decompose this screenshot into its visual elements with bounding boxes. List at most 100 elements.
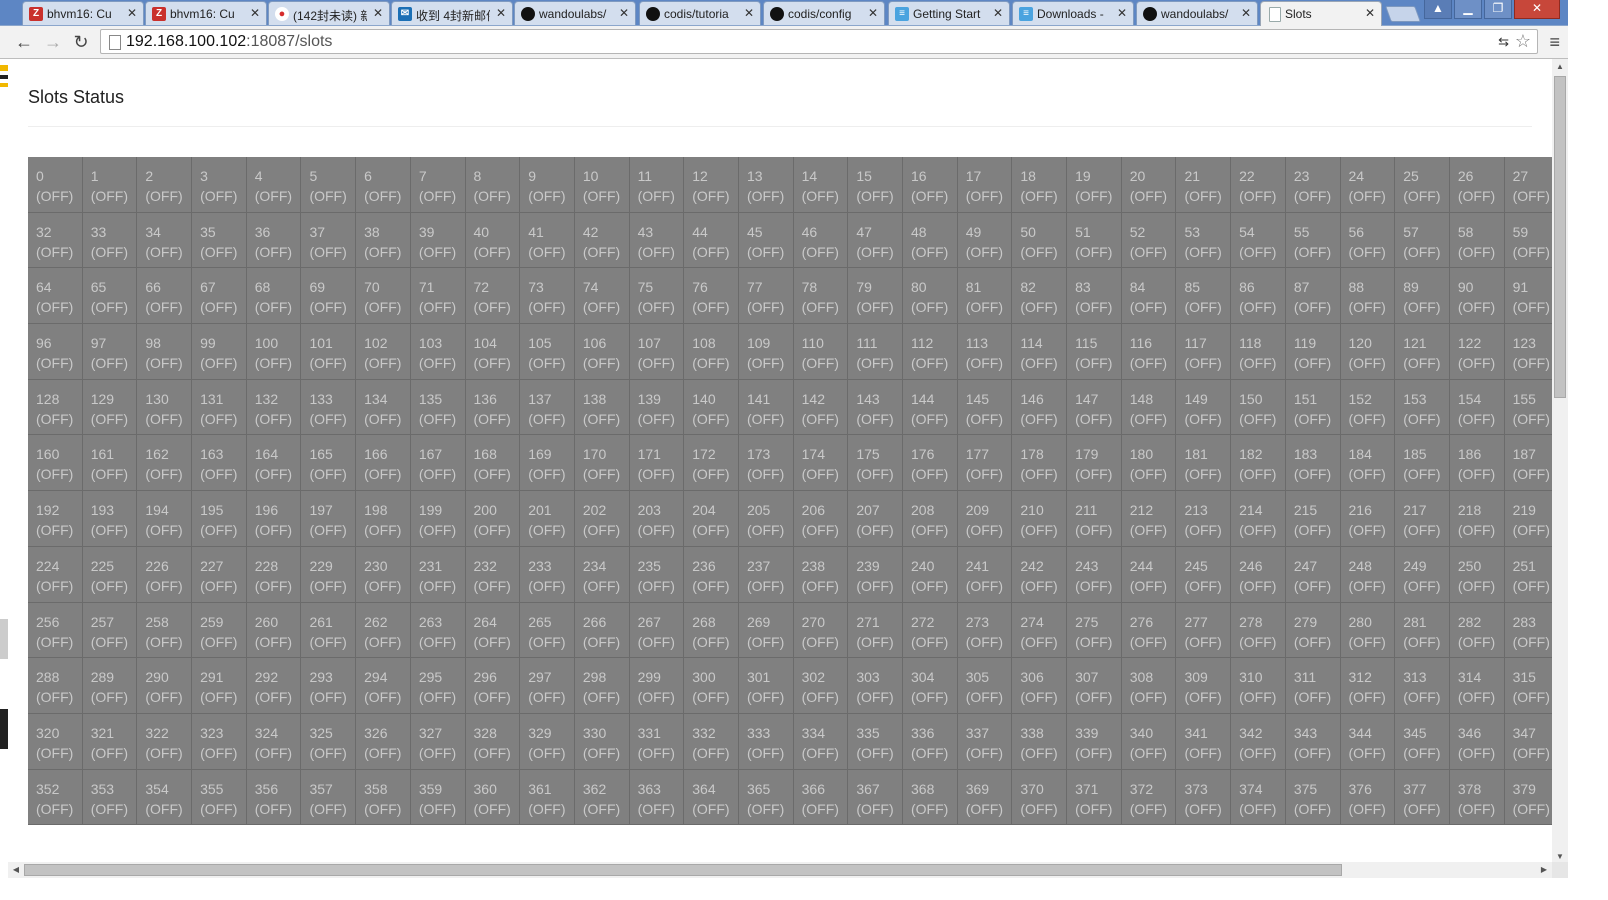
vertical-scrollbar[interactable]: ▲ ▼	[1552, 59, 1568, 865]
slot-status: (OFF)	[145, 633, 183, 650]
slot-status: (OFF)	[911, 800, 949, 817]
browser-tab[interactable]: ≡ Getting Start ✕	[888, 1, 1010, 26]
close-tab-icon[interactable]: ✕	[619, 6, 629, 20]
slot-number: 34	[145, 223, 161, 240]
slot-status: (OFF)	[1293, 188, 1332, 204]
slot-number: 6	[364, 168, 372, 184]
new-tab-button[interactable]	[1385, 6, 1421, 22]
slot-status: (OFF)	[1184, 466, 1222, 483]
slot-status: (OFF)	[145, 577, 183, 594]
slot-status: (OFF)	[856, 577, 894, 594]
slot-cell: 134 (OFF)	[356, 379, 411, 436]
slot-status: (OFF)	[856, 243, 894, 260]
slot-cell: 331 (OFF)	[629, 713, 685, 770]
vertical-scroll-thumb[interactable]	[1554, 76, 1566, 398]
browser-tab[interactable]: ● (142封未读) 新 ✕	[268, 1, 390, 26]
slot-number: 20	[1129, 168, 1146, 184]
close-tab-icon[interactable]: ✕	[496, 6, 506, 20]
github-icon	[1143, 7, 1157, 21]
tab-title: 收到 4封新邮件	[416, 9, 490, 23]
forward-arrow-icon[interactable]: →	[43, 32, 63, 52]
slot-status: (OFF)	[692, 633, 730, 650]
github-icon	[521, 7, 535, 21]
minimize-icon[interactable]: ▁	[1454, 0, 1482, 19]
browser-tab[interactable]: wandoulabs/ ✕	[1136, 1, 1258, 26]
slot-cell: 215 (OFF)	[1285, 491, 1341, 547]
scroll-up-icon[interactable]: ▲	[1552, 59, 1568, 75]
slot-cell: 169 (OFF)	[520, 435, 575, 492]
slot-cell: 194 (OFF)	[137, 491, 193, 547]
back-arrow-icon[interactable]: ←	[14, 32, 34, 52]
browser-tab-active[interactable]: Slots ✕	[1260, 1, 1382, 26]
user-icon[interactable]: ▲	[1424, 0, 1452, 19]
close-tab-icon[interactable]: ✕	[993, 6, 1003, 20]
slot-status: (OFF)	[364, 800, 402, 817]
slot-status: (OFF)	[1020, 800, 1058, 817]
slot-cell: 307 (OFF)	[1067, 658, 1122, 714]
slot-cell: 97 (OFF)	[82, 324, 138, 380]
url-text[interactable]: 192.168.100.102:18087/slots	[126, 33, 332, 51]
browser-tab[interactable]: ✉ 收到 4封新邮件 ✕	[391, 1, 513, 26]
window-close-icon[interactable]: ✕	[1514, 0, 1560, 19]
close-tab-icon[interactable]: ✕	[373, 6, 383, 20]
maximize-icon[interactable]: ❐	[1484, 0, 1512, 19]
address-bar[interactable]: 192.168.100.102:18087/slots ⇆ ☆	[100, 29, 1538, 54]
browser-tab[interactable]: ≡ Downloads - ✕	[1012, 1, 1134, 26]
slot-cell: 154 (OFF)	[1449, 379, 1505, 436]
slot-status: (OFF)	[1020, 577, 1058, 594]
menu-icon[interactable]: ≡	[1549, 33, 1560, 51]
bookmark-star-icon[interactable]: ☆	[1515, 31, 1531, 52]
slot-status: (OFF)	[1512, 355, 1550, 372]
slot-cell: 290 (OFF)	[137, 658, 193, 714]
slot-status: (OFF)	[1348, 633, 1386, 650]
horizontal-scroll-thumb[interactable]	[24, 864, 1342, 876]
browser-tab[interactable]: codis/tutoria ✕	[639, 1, 761, 26]
slot-status: (OFF)	[1184, 299, 1222, 316]
slot-status: (OFF)	[1457, 299, 1496, 316]
slot-status: (OFF)	[309, 744, 347, 761]
close-tab-icon[interactable]: ✕	[127, 6, 137, 20]
slot-cell: 258 (OFF)	[137, 602, 193, 659]
horizontal-scrollbar[interactable]: ◀ ▶	[8, 862, 1552, 878]
slot-status: (OFF)	[309, 188, 347, 204]
slot-cell: 33 (OFF)	[82, 212, 138, 269]
browser-tab[interactable]: Z bhvm16: Cu ✕	[145, 1, 267, 26]
slot-status: (OFF)	[418, 466, 457, 483]
slot-cell: 302 (OFF)	[793, 658, 849, 714]
close-tab-icon[interactable]: ✕	[1365, 6, 1375, 20]
slot-cell: 334 (OFF)	[793, 713, 849, 770]
slot-status: (OFF)	[801, 188, 839, 204]
slot-cell: 272 (OFF)	[903, 602, 958, 659]
slot-cell: 293 (OFF)	[301, 658, 357, 714]
slot-number: 72	[473, 279, 490, 296]
slot-number: 371	[1075, 780, 1099, 797]
slot-status: (OFF)	[473, 188, 511, 204]
slot-status: (OFF)	[36, 410, 74, 427]
slot-cell: 18 (OFF)	[1012, 157, 1068, 213]
window-controls: ▲ ▁ ❐ ✕	[1424, 0, 1560, 20]
scroll-left-icon[interactable]: ◀	[8, 862, 24, 878]
slot-status: (OFF)	[1293, 577, 1332, 594]
browser-tab[interactable]: wandoulabs/ ✕	[514, 1, 636, 26]
slot-status: (OFF)	[1512, 188, 1550, 204]
slot-cell: 78 (OFF)	[793, 268, 849, 325]
close-tab-icon[interactable]: ✕	[1117, 6, 1127, 20]
tab-title: Slots	[1285, 7, 1312, 21]
reload-icon[interactable]: ↻	[71, 32, 91, 52]
slot-status: (OFF)	[254, 744, 293, 761]
browser-tab[interactable]: Z bhvm16: Cu ✕	[22, 1, 144, 26]
translate-icon[interactable]: ⇆	[1498, 34, 1509, 50]
close-tab-icon[interactable]: ✕	[744, 6, 754, 20]
close-tab-icon[interactable]: ✕	[250, 6, 260, 20]
slot-cell: 36 (OFF)	[246, 212, 302, 269]
browser-tab[interactable]: codis/config ✕	[763, 1, 885, 26]
close-tab-icon[interactable]: ✕	[868, 6, 878, 20]
slot-number: 151	[1293, 390, 1318, 407]
slot-number: 327	[418, 724, 443, 741]
slot-number: 251	[1512, 557, 1536, 574]
tab-title: bhvm16: Cu	[47, 7, 112, 21]
scroll-right-icon[interactable]: ▶	[1536, 862, 1552, 878]
close-tab-icon[interactable]: ✕	[1241, 6, 1251, 20]
slot-status: (OFF)	[582, 466, 621, 483]
slot-status: (OFF)	[1020, 633, 1058, 650]
